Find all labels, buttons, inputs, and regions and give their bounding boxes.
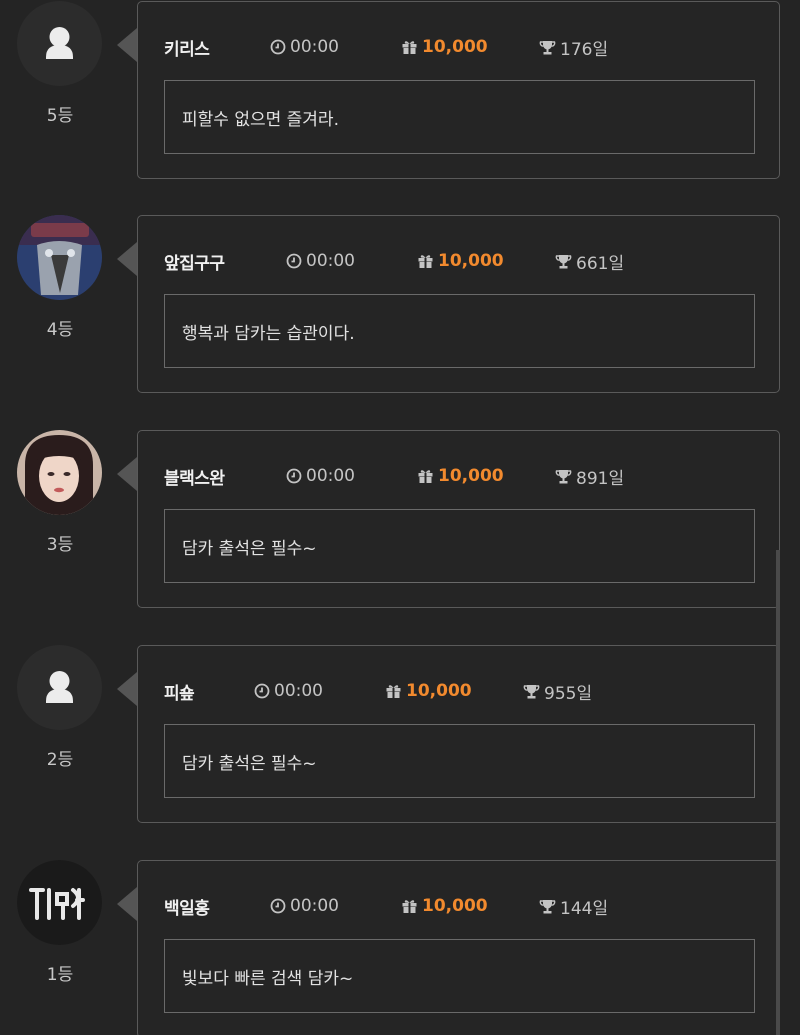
gift-value: 10,000 xyxy=(422,896,488,916)
portrait-photo-image xyxy=(17,430,102,515)
clock-icon xyxy=(254,683,270,699)
attendance-entry: 2등 피숖 00:00 10,000 955일 담카 출석은 필수~ xyxy=(0,645,800,827)
card-pointer xyxy=(117,457,137,491)
rank-label: 2등 xyxy=(46,750,74,770)
trophy-icon xyxy=(555,469,572,483)
clock-icon xyxy=(270,39,286,55)
bird-photo-image xyxy=(17,215,102,300)
avatar[interactable] xyxy=(17,1,102,86)
comment-message: 담카 출석은 필수~ xyxy=(164,724,755,798)
avatar[interactable] xyxy=(17,860,102,945)
scrollbar[interactable] xyxy=(776,550,780,1035)
attendance-entry: 1등 백일홍 00:00 10,000 144일 빛보다 빠른 검색 담카~ xyxy=(0,860,800,1035)
comment-card: 키리스 00:00 10,000 176일 피할수 없으면 즐겨라. xyxy=(137,1,780,179)
attendance-entry: 4등 앞집구구 00:00 10,000 661일 행복과 담카는 습관이다. xyxy=(0,215,800,397)
user-name[interactable]: 앞집구구 xyxy=(164,249,225,274)
days-info: 891일 xyxy=(555,464,624,489)
gift-info: 10,000 xyxy=(417,251,504,271)
gift-icon xyxy=(418,255,433,268)
gift-value: 10,000 xyxy=(438,466,504,486)
rank-label: 3등 xyxy=(46,535,74,555)
gift-icon xyxy=(402,900,417,913)
gift-info: 10,000 xyxy=(417,466,504,486)
days-info: 176일 xyxy=(539,35,608,60)
card-pointer xyxy=(117,672,137,706)
clock-icon xyxy=(286,468,302,484)
rank-label: 5등 xyxy=(46,106,74,126)
attendance-list: 5등 키리스 00:00 10,000 176일 피할수 없으면 즐겨라. 4등… xyxy=(0,0,800,1035)
comment-message: 담카 출석은 필수~ xyxy=(164,509,755,583)
clock-icon xyxy=(270,898,286,914)
user-name[interactable]: 백일홍 xyxy=(164,894,210,919)
days-value: 661일 xyxy=(576,253,625,274)
time-value: 00:00 xyxy=(290,37,339,57)
attendance-entry: 5등 키리스 00:00 10,000 176일 피할수 없으면 즐겨라. xyxy=(0,1,800,183)
comment-card: 피숖 00:00 10,000 955일 담카 출석은 필수~ xyxy=(137,645,780,823)
user-name[interactable]: 키리스 xyxy=(164,35,210,60)
gift-info: 10,000 xyxy=(385,681,472,701)
user-name[interactable]: 블랙스완 xyxy=(164,464,225,489)
card-pointer xyxy=(117,28,137,62)
days-info: 144일 xyxy=(539,894,608,919)
rank-label: 4등 xyxy=(46,320,74,340)
gift-value: 10,000 xyxy=(422,37,488,57)
days-info: 955일 xyxy=(523,679,592,704)
default-user-icon xyxy=(46,671,73,703)
time-info: 00:00 xyxy=(270,37,339,57)
gift-icon xyxy=(418,470,433,483)
trophy-icon xyxy=(539,899,556,913)
card-pointer xyxy=(117,887,137,921)
comment-card: 앞집구구 00:00 10,000 661일 행복과 담카는 습관이다. xyxy=(137,215,780,393)
clock-icon xyxy=(286,253,302,269)
trophy-icon xyxy=(555,254,572,268)
gift-icon xyxy=(402,41,417,54)
gift-icon xyxy=(386,685,401,698)
attendance-entry: 3등 블랙스완 00:00 10,000 891일 담카 출석은 필수~ xyxy=(0,430,800,612)
time-info: 00:00 xyxy=(286,466,355,486)
days-info: 661일 xyxy=(555,249,624,274)
gift-info: 10,000 xyxy=(401,896,488,916)
time-info: 00:00 xyxy=(286,251,355,271)
avatar[interactable] xyxy=(17,645,102,730)
avatar[interactable] xyxy=(17,215,102,300)
time-value: 00:00 xyxy=(290,896,339,916)
rank-label: 1등 xyxy=(46,965,74,985)
gift-value: 10,000 xyxy=(406,681,472,701)
time-value: 00:00 xyxy=(274,681,323,701)
comment-card: 백일홍 00:00 10,000 144일 빛보다 빠른 검색 담카~ xyxy=(137,860,780,1035)
comment-message: 피할수 없으면 즐겨라. xyxy=(164,80,755,154)
days-value: 891일 xyxy=(576,468,625,489)
comment-card: 블랙스완 00:00 10,000 891일 담카 출석은 필수~ xyxy=(137,430,780,608)
time-value: 00:00 xyxy=(306,466,355,486)
gift-info: 10,000 xyxy=(401,37,488,57)
avatar[interactable] xyxy=(17,430,102,515)
days-value: 176일 xyxy=(560,39,609,60)
gift-value: 10,000 xyxy=(438,251,504,271)
days-value: 144일 xyxy=(560,898,609,919)
comment-message: 빛보다 빠른 검색 담카~ xyxy=(164,939,755,1013)
neon-sign-photo-image xyxy=(17,860,102,945)
user-name[interactable]: 피숖 xyxy=(164,679,195,704)
trophy-icon xyxy=(539,40,556,54)
default-user-icon xyxy=(46,27,73,59)
days-value: 955일 xyxy=(544,683,593,704)
card-pointer xyxy=(117,242,137,276)
comment-message: 행복과 담카는 습관이다. xyxy=(164,294,755,368)
time-info: 00:00 xyxy=(270,896,339,916)
trophy-icon xyxy=(523,684,540,698)
time-value: 00:00 xyxy=(306,251,355,271)
time-info: 00:00 xyxy=(254,681,323,701)
